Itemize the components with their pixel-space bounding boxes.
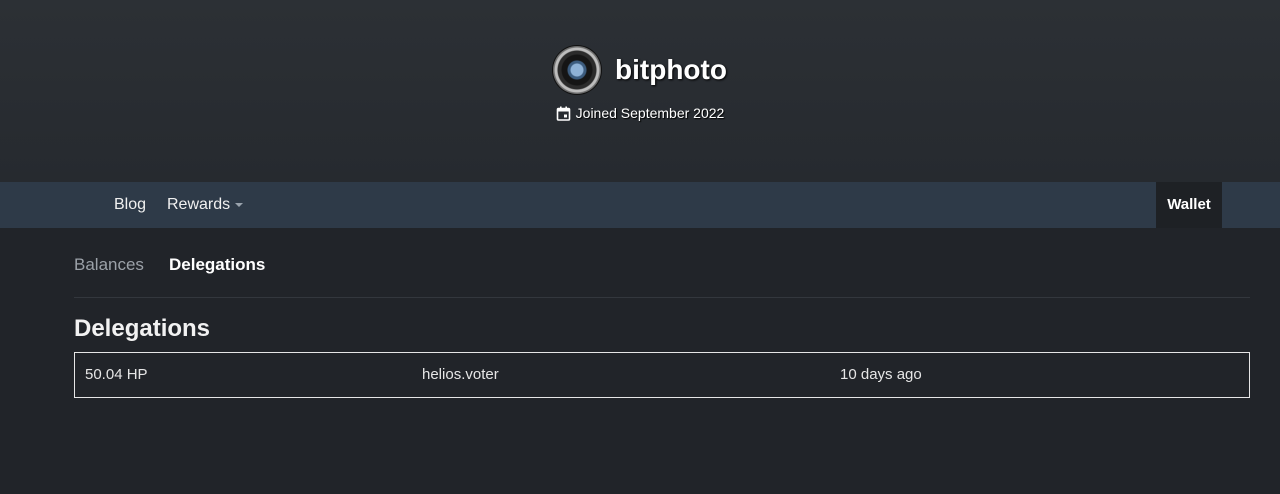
- tab-balances[interactable]: Balances: [74, 255, 144, 275]
- profile-row: bitphoto: [0, 46, 1280, 94]
- calendar-icon: [556, 106, 571, 121]
- top-navbar: Blog Rewards Wallet: [0, 182, 1280, 228]
- delegation-amount: 50.04 HP: [85, 366, 148, 383]
- section-title: Delegations: [74, 315, 211, 342]
- avatar[interactable]: [553, 46, 602, 94]
- wallet-subtabs: Balances Delegations: [74, 255, 1250, 298]
- chevron-down-icon: [235, 202, 244, 207]
- nav-wallet-tab[interactable]: Wallet: [1156, 182, 1222, 228]
- profile-username: bitphoto: [615, 54, 727, 85]
- joined-info: Joined September 2022: [0, 105, 1280, 121]
- nav-rewards-label: Rewards: [167, 196, 231, 213]
- delegation-time: 10 days ago: [840, 366, 922, 383]
- delegatee-link[interactable]: helios.voter: [422, 353, 499, 397]
- joined-text: Joined September 2022: [575, 105, 725, 121]
- profile-header: bitphoto Joined September 2022: [0, 0, 1280, 182]
- delegations-table: 50.04 HP helios.voter 10 days ago: [74, 352, 1250, 398]
- nav-blog-link[interactable]: Blog: [114, 182, 146, 228]
- nav-rewards-dropdown[interactable]: Rewards: [167, 182, 244, 228]
- tab-delegations[interactable]: Delegations: [169, 255, 265, 275]
